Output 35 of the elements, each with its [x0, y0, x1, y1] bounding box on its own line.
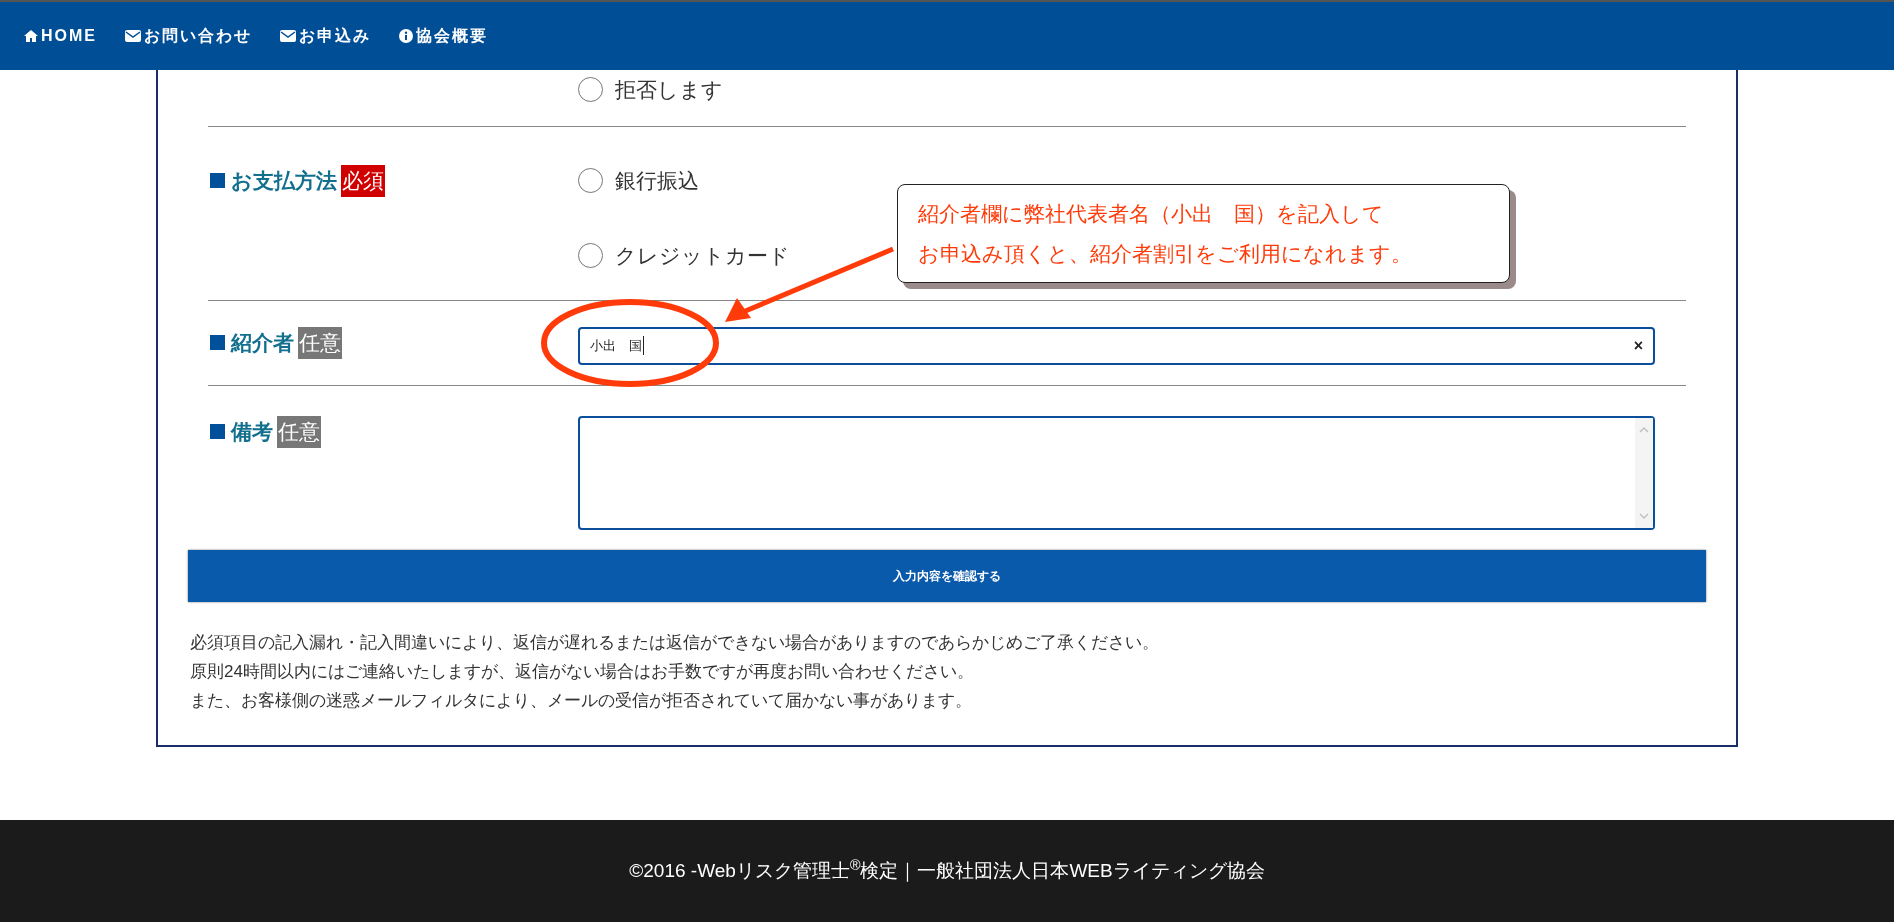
input-field[interactable]: 小出 国 × [578, 326, 1655, 365]
note-text: また、お客様側の迷惑メールフィルタにより、メールの受信が拒否されていて届かない事があります。 [190, 689, 973, 712]
nav-link[interactable]: HOME [24, 24, 97, 48]
radio-option[interactable]: 拒否します [578, 74, 723, 106]
field-label: お支払方法 [231, 167, 337, 194]
nav-link[interactable]: お問い合わせ [125, 24, 252, 48]
field-label: 備考 [231, 418, 273, 445]
square-icon [210, 335, 225, 350]
badge: 必須 [341, 164, 385, 197]
radio-option[interactable]: 銀行振込 [578, 164, 699, 196]
info-icon [399, 29, 413, 43]
textarea-field[interactable] [578, 415, 1655, 530]
callout-text: お申込み頂くと、紹介者割引をご利用になれます。 [918, 240, 1413, 267]
note-text: 原則24時間以内にはご連絡いたしますが、返信がない場合はお手数ですが再度お問い合わせください。 [190, 660, 975, 683]
nav-link[interactable]: 協会概要 [399, 24, 488, 48]
copyright-text: ©2016 -Webリスク管理士$^{®}$検定｜一般社団法人日本WEBライティング協会 [629, 856, 1265, 884]
callout-text: 紹介者欄に弊社代表者名（小出 国）を記入して [918, 201, 1385, 227]
radio-button[interactable] [578, 243, 603, 269]
scroll-down-icon[interactable] [1639, 512, 1649, 520]
square-icon [210, 173, 225, 188]
confirm-button[interactable]: 入力内容を確認する [188, 549, 1706, 602]
envelope-icon [125, 30, 141, 42]
envelope-icon [280, 30, 296, 42]
radio-option[interactable]: クレジットカード [578, 240, 790, 272]
badge: 任意 [277, 415, 321, 448]
radio-button[interactable] [578, 77, 603, 103]
field-label: 紹介者 [231, 329, 294, 356]
clear-button[interactable]: × [1633, 333, 1643, 358]
scroll-up-icon[interactable] [1639, 425, 1649, 433]
radio-button[interactable] [578, 167, 603, 193]
nav-link[interactable]: お申込み [280, 24, 371, 48]
badge: 任意 [298, 326, 342, 359]
note-text: 必須項目の記入漏れ・記入間違いにより、返信が遅れるまたは返信ができない場合がありますのであらかじめご了承ください。 [190, 631, 1160, 654]
home-icon [24, 30, 38, 42]
square-icon [210, 424, 225, 439]
